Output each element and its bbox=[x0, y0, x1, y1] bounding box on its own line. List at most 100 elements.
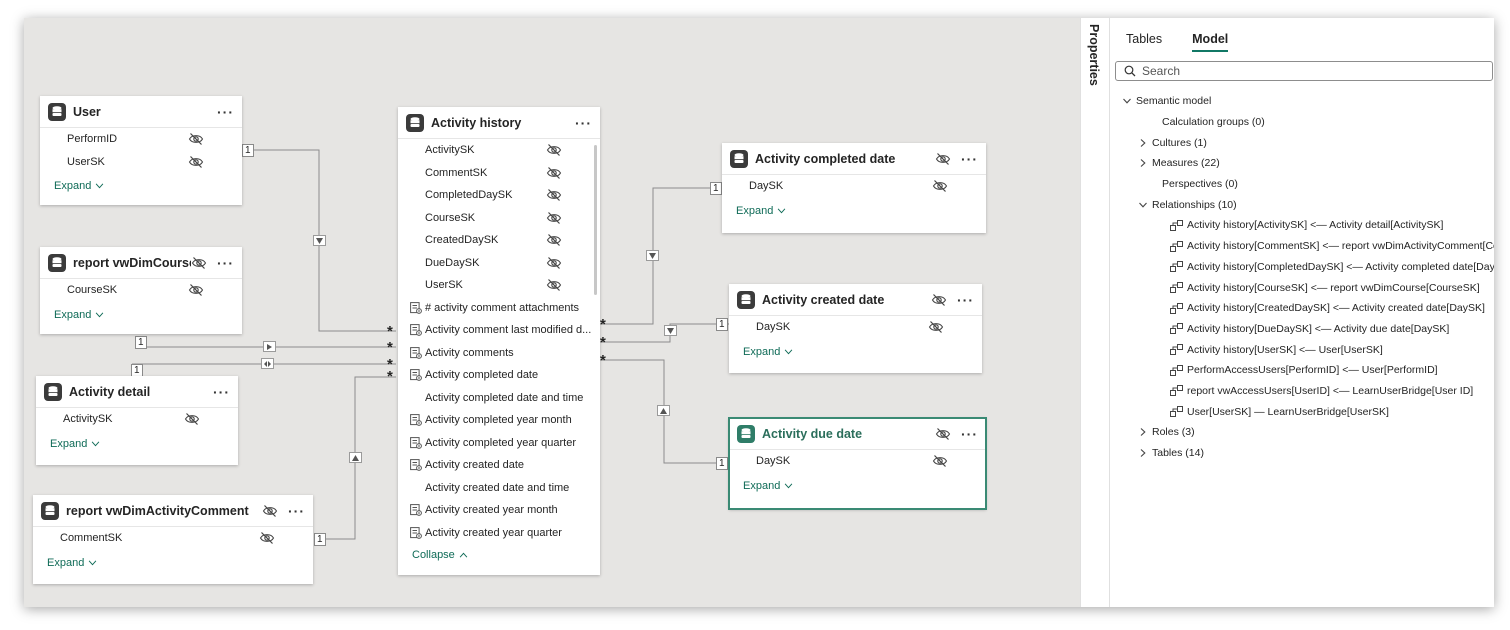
expand-button[interactable]: Expand bbox=[722, 198, 986, 217]
hidden-eye-icon[interactable] bbox=[546, 166, 562, 180]
filter-arrow-down-icon[interactable] bbox=[646, 250, 659, 261]
tree-node-cultures[interactable]: Cultures (1) bbox=[1122, 132, 1494, 153]
tree-node-tables[interactable]: Tables (14) bbox=[1122, 443, 1494, 464]
field-row[interactable]: CourseSK bbox=[40, 279, 242, 302]
tree-node-calculation-groups[interactable]: Calculation groups (0) bbox=[1122, 112, 1494, 133]
expand-button[interactable]: Expand bbox=[729, 473, 986, 492]
table-card-course[interactable]: report vwDimCourse ··· CourseSK Expand bbox=[40, 247, 242, 334]
field-row[interactable]: CourseSK bbox=[398, 207, 600, 230]
tree-node-relationship[interactable]: Activity history[CourseSK] <— report vwD… bbox=[1122, 277, 1494, 298]
more-options-button[interactable]: ··· bbox=[961, 151, 978, 167]
tree-node-relationship[interactable]: Activity history[CommentSK] <— report vw… bbox=[1122, 236, 1494, 257]
field-row[interactable]: DaySK bbox=[722, 175, 986, 198]
tree-node-relationship[interactable]: Activity history[CompletedDaySK] <— Acti… bbox=[1122, 257, 1494, 278]
properties-pane-toggle[interactable]: Properties bbox=[1080, 18, 1110, 607]
search-box[interactable] bbox=[1115, 61, 1493, 81]
field-row[interactable]: CompletedDaySK bbox=[398, 184, 600, 207]
table-header[interactable]: Activity due date ··· bbox=[729, 418, 986, 450]
hidden-eye-icon[interactable] bbox=[932, 454, 948, 468]
column-row[interactable]: # activity comment attachments bbox=[398, 297, 600, 320]
filter-arrow-up-icon[interactable] bbox=[657, 405, 670, 416]
more-options-button[interactable]: ··· bbox=[961, 426, 978, 442]
tab-tables[interactable]: Tables bbox=[1126, 32, 1162, 52]
hidden-eye-icon[interactable] bbox=[546, 211, 562, 225]
table-header[interactable]: Activity created date ··· bbox=[729, 284, 982, 316]
tree-node-relationship[interactable]: User[UserSK] — LearnUserBridge[UserSK] bbox=[1122, 401, 1494, 422]
column-row[interactable]: Activity comments bbox=[398, 342, 600, 365]
more-options-button[interactable]: ··· bbox=[288, 503, 305, 519]
hidden-eye-icon[interactable] bbox=[546, 188, 562, 202]
tree-node-perspectives[interactable]: Perspectives (0) bbox=[1122, 174, 1494, 195]
column-row[interactable]: Activity completed date bbox=[398, 364, 600, 387]
tree-node-relationship[interactable]: PerformAccessUsers[PerformID] <— User[Pe… bbox=[1122, 360, 1494, 381]
hidden-eye-icon[interactable] bbox=[184, 412, 200, 426]
tab-model[interactable]: Model bbox=[1192, 32, 1229, 52]
table-header[interactable]: User ··· bbox=[40, 96, 242, 128]
field-row[interactable]: CreatedDaySK bbox=[398, 229, 600, 252]
tree-node-semantic-model[interactable]: Semantic model bbox=[1122, 91, 1494, 112]
column-row[interactable]: Activity created year month bbox=[398, 499, 600, 522]
table-card-activity-completed-date[interactable]: Activity completed date ··· DaySK Expand bbox=[722, 143, 986, 233]
filter-arrow-down-icon[interactable] bbox=[313, 235, 326, 246]
field-row[interactable]: UserSK bbox=[398, 274, 600, 297]
hidden-eye-icon[interactable] bbox=[928, 320, 944, 334]
search-input[interactable] bbox=[1142, 64, 1472, 78]
hidden-eye-icon[interactable] bbox=[188, 132, 204, 146]
tree-node-relationship[interactable]: report vwAccessUsers[UserID] <— LearnUse… bbox=[1122, 381, 1494, 402]
tree-node-measures[interactable]: Measures (22) bbox=[1122, 153, 1494, 174]
tree-node-relationship[interactable]: Activity history[ActivitySK] <— Activity… bbox=[1122, 215, 1494, 236]
field-row[interactable]: PerformID bbox=[40, 128, 242, 151]
table-card-activity-detail[interactable]: Activity detail ··· ActivitySK Expand bbox=[36, 376, 238, 465]
hidden-eye-icon[interactable] bbox=[932, 179, 948, 193]
table-header[interactable]: report vwDimCourse ··· bbox=[40, 247, 242, 279]
hidden-eye-icon[interactable] bbox=[546, 233, 562, 247]
column-row[interactable]: Activity created date bbox=[398, 454, 600, 477]
filter-arrow-down-icon[interactable] bbox=[664, 325, 677, 336]
table-card-activity-history[interactable]: Activity history ··· ActivitySK CommentSK… bbox=[398, 107, 600, 575]
hidden-eye-icon[interactable] bbox=[259, 531, 275, 545]
table-card-user[interactable]: User ··· PerformID UserSK Expand bbox=[40, 96, 242, 205]
hidden-eye-icon[interactable] bbox=[935, 427, 951, 441]
field-row[interactable]: DueDaySK bbox=[398, 252, 600, 275]
filter-arrow-up-icon[interactable] bbox=[349, 452, 362, 463]
table-header[interactable]: Activity detail ··· bbox=[36, 376, 238, 408]
hidden-eye-icon[interactable] bbox=[191, 256, 207, 270]
table-card-activity-created-date[interactable]: Activity created date ··· DaySK Expand bbox=[729, 284, 982, 373]
column-row[interactable]: Activity completed year month bbox=[398, 409, 600, 432]
column-row[interactable]: Activity completed date and time bbox=[398, 387, 600, 410]
column-row[interactable]: Activity completed year quarter bbox=[398, 432, 600, 455]
filter-arrow-both-icon[interactable] bbox=[261, 358, 274, 369]
more-options-button[interactable]: ··· bbox=[213, 384, 230, 400]
field-row[interactable]: UserSK bbox=[40, 151, 242, 174]
expand-button[interactable]: Expand bbox=[36, 431, 238, 450]
table-card-activity-comment[interactable]: report vwDimActivityComment ··· CommentS… bbox=[33, 495, 313, 584]
tree-node-roles[interactable]: Roles (3) bbox=[1122, 422, 1494, 443]
hidden-eye-icon[interactable] bbox=[546, 143, 562, 157]
field-row[interactable]: CommentSK bbox=[398, 162, 600, 185]
field-row[interactable]: DaySK bbox=[729, 316, 982, 339]
table-header[interactable]: Activity history ··· bbox=[398, 107, 600, 139]
column-row[interactable]: Activity created year quarter bbox=[398, 522, 600, 545]
hidden-eye-icon[interactable] bbox=[188, 283, 204, 297]
tree-node-relationships[interactable]: Relationships (10) bbox=[1122, 194, 1494, 215]
expand-button[interactable]: Expand bbox=[40, 302, 242, 321]
table-header[interactable]: report vwDimActivityComment ··· bbox=[33, 495, 313, 527]
more-options-button[interactable]: ··· bbox=[217, 255, 234, 271]
more-options-button[interactable]: ··· bbox=[957, 292, 974, 308]
table-card-activity-due-date[interactable]: Activity due date ··· DaySK Expand bbox=[728, 417, 987, 510]
more-options-button[interactable]: ··· bbox=[575, 115, 592, 131]
hidden-eye-icon[interactable] bbox=[262, 504, 278, 518]
expand-button[interactable]: Expand bbox=[40, 173, 242, 192]
field-row[interactable]: CommentSK bbox=[33, 527, 313, 550]
hidden-eye-icon[interactable] bbox=[935, 152, 951, 166]
hidden-eye-icon[interactable] bbox=[546, 256, 562, 270]
model-diagram-canvas[interactable]: 1 1 1 1 1 1 1 * * * * * * * User ··· Per… bbox=[24, 18, 1080, 607]
hidden-eye-icon[interactable] bbox=[188, 155, 204, 169]
scrollbar[interactable] bbox=[594, 145, 597, 295]
column-row[interactable]: Activity comment last modified d... bbox=[398, 319, 600, 342]
tree-node-relationship[interactable]: Activity history[CreatedDaySK] <— Activi… bbox=[1122, 298, 1494, 319]
field-row[interactable]: ActivitySK bbox=[398, 139, 600, 162]
field-row[interactable]: ActivitySK bbox=[36, 408, 238, 431]
column-row[interactable]: Activity created date and time bbox=[398, 477, 600, 500]
collapse-button[interactable]: Collapse bbox=[398, 544, 600, 561]
